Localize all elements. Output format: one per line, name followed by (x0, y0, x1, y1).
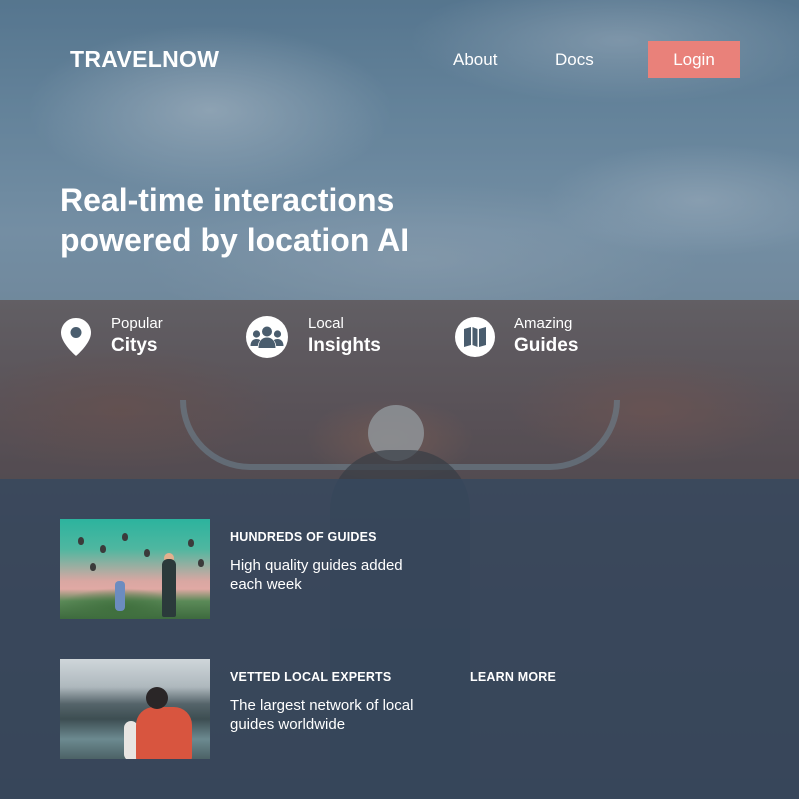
feature-local-insights: Local Insights (246, 315, 381, 359)
balloon-shape (78, 537, 84, 545)
feature-label-small: Local (308, 315, 344, 332)
feature-label-big: Citys (111, 335, 158, 356)
feature-label-big: Insights (308, 335, 381, 356)
feature-popular-citys: Popular Citys (60, 315, 163, 359)
feature-label-big: Guides (514, 335, 579, 356)
balloon-shape (188, 539, 194, 547)
hiker-head-shape (146, 687, 168, 709)
map-pin-icon (60, 316, 92, 358)
map-icon (455, 317, 495, 357)
card-text-experts: The largest network of local guides worl… (230, 697, 414, 733)
users-icon (246, 316, 288, 358)
balloon-shape (198, 559, 204, 567)
hero-title-line-1: Real-time interactions (60, 182, 395, 218)
nav-about-link[interactable]: About (453, 50, 497, 70)
balloon-shape (100, 545, 106, 553)
feature-amazing-guides: Amazing Guides (455, 315, 578, 359)
nav-docs-link[interactable]: Docs (555, 50, 594, 70)
balloon-shape (144, 549, 150, 557)
hot-air-balloons-photo (60, 519, 210, 619)
hiker-lake-photo (60, 659, 210, 759)
person-shape (162, 559, 176, 617)
card-heading-experts: VETTED LOCAL EXPERTS (230, 670, 392, 684)
card-text-guides: High quality guides added each week (230, 557, 403, 593)
hero-title-line-2: powered by location AI (60, 222, 410, 258)
balloon-shape (122, 533, 128, 541)
person-shape (115, 581, 125, 611)
balloon-shape (90, 563, 96, 571)
feature-text: Local Insights (308, 315, 381, 359)
feature-text: Amazing Guides (514, 315, 578, 359)
feature-label-small: Popular (111, 315, 163, 332)
hero-title: Real-time interactions powered by locati… (60, 180, 480, 260)
brand-logo[interactable]: TRAVELNOW (70, 46, 219, 73)
login-button[interactable]: Login (648, 41, 740, 78)
card-heading-guides: HUNDREDS OF GUIDES (230, 530, 377, 544)
learn-more-link[interactable]: LEARN MORE (470, 670, 556, 684)
feature-text: Popular Citys (111, 315, 163, 359)
feature-label-small: Amazing (514, 315, 573, 332)
backpack-shape (136, 707, 192, 759)
